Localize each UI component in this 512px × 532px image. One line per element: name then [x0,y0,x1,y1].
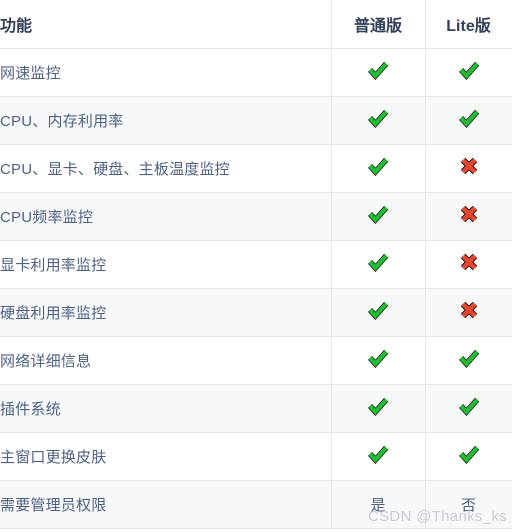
cell-lite-text: 否 [425,480,512,529]
cell-standard-supported [331,144,426,193]
table-header: 功能 普通版 Lite版 [0,0,512,49]
table-row: 网络详细信息 [0,336,512,385]
cross-mark-icon [459,252,479,272]
check-mark-icon [367,59,389,81]
cell-lite-unsupported [425,240,512,289]
column-header-lite-edition: Lite版 [425,0,512,49]
check-mark-icon [458,395,480,417]
table-row: 需要管理员权限 是 否 [0,480,512,529]
cross-mark-icon [459,156,479,176]
cell-feature-name: CPU、内存利用率 [0,96,332,145]
cell-lite-supported [425,336,512,385]
cell-standard-supported [331,384,426,433]
cell-feature-name: 显卡利用率监控 [0,240,332,289]
check-mark-icon [367,155,389,177]
cell-lite-supported [425,48,512,97]
table-row: 硬盘利用率监控 [0,288,512,337]
table-row: CPU、内存利用率 [0,96,512,145]
cell-standard-supported [331,240,426,289]
cell-lite-supported [425,96,512,145]
check-mark-icon [367,395,389,417]
cell-standard-text: 是 [331,480,426,529]
check-mark-icon [367,299,389,321]
table-body: 网速监控 CPU、内存利用率 CPU、显卡、硬盘、主板温度监控 CPU频率监控 显卡利用… [0,48,512,529]
cell-lite-supported [425,384,512,433]
cell-lite-unsupported [425,144,512,193]
check-mark-icon [458,347,480,369]
cell-standard-supported [331,48,426,97]
cell-feature-name: CPU频率监控 [0,192,332,241]
table-row: CPU频率监控 [0,192,512,241]
feature-comparison-table: 功能 普通版 Lite版 网速监控 CPU、内存利用率 CPU、显卡、硬盘、主板温度… [0,0,512,529]
check-mark-icon [367,251,389,273]
table-row: 主窗口更换皮肤 [0,432,512,481]
cell-standard-supported [331,96,426,145]
cross-mark-icon [459,300,479,320]
cell-value-text: 是 [370,496,386,514]
cell-lite-unsupported [425,192,512,241]
cell-feature-name: 主窗口更换皮肤 [0,432,332,481]
cell-feature-name: CPU、显卡、硬盘、主板温度监控 [0,144,332,193]
check-mark-icon [367,203,389,225]
cell-value-text: 否 [460,496,476,514]
column-header-feature: 功能 [0,0,332,49]
cell-feature-name: 网速监控 [0,48,332,97]
cell-feature-name: 插件系统 [0,384,332,433]
check-mark-icon [367,443,389,465]
check-mark-icon [367,107,389,129]
table-row: CPU、显卡、硬盘、主板温度监控 [0,144,512,193]
table-row: 显卡利用率监控 [0,240,512,289]
cell-standard-supported [331,336,426,385]
cell-standard-supported [331,432,426,481]
check-mark-icon [458,107,480,129]
cell-standard-supported [331,288,426,337]
cell-standard-supported [331,192,426,241]
cell-lite-supported [425,432,512,481]
check-mark-icon [367,347,389,369]
check-mark-icon [458,443,480,465]
cell-feature-name: 硬盘利用率监控 [0,288,332,337]
table-header-row: 功能 普通版 Lite版 [0,0,512,49]
cell-feature-name: 网络详细信息 [0,336,332,385]
cell-lite-unsupported [425,288,512,337]
cross-mark-icon [459,204,479,224]
cell-feature-name: 需要管理员权限 [0,480,332,529]
table-row: 网速监控 [0,48,512,97]
check-mark-icon [458,59,480,81]
table-row: 插件系统 [0,384,512,433]
column-header-standard-edition: 普通版 [331,0,426,49]
